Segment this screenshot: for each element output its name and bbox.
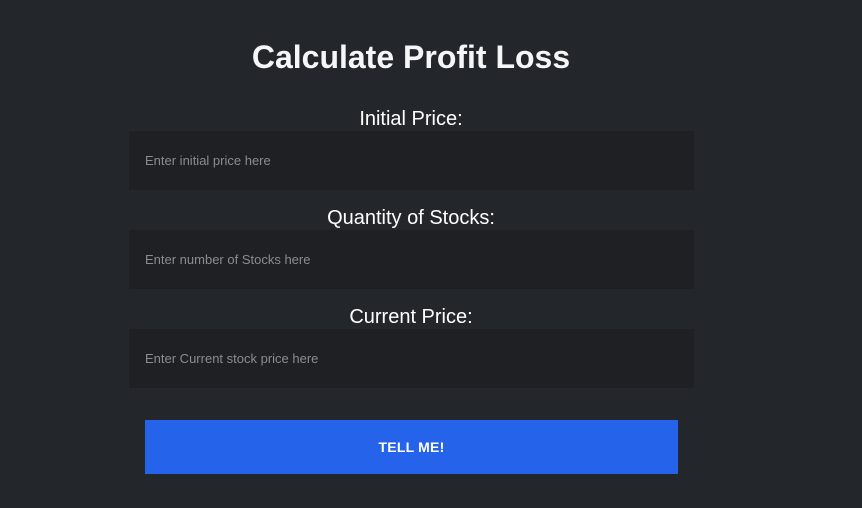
quantity-input[interactable] <box>129 230 694 289</box>
tell-me-button[interactable]: TELL ME! <box>145 420 678 474</box>
current-price-input[interactable] <box>129 329 694 388</box>
page-title: Calculate Profit Loss <box>251 39 571 75</box>
initial-price-label: Initial Price: <box>359 108 463 130</box>
initial-price-input[interactable] <box>129 131 694 190</box>
quantity-label: Quantity of Stocks: <box>327 207 495 229</box>
current-price-label: Current Price: <box>349 306 473 328</box>
